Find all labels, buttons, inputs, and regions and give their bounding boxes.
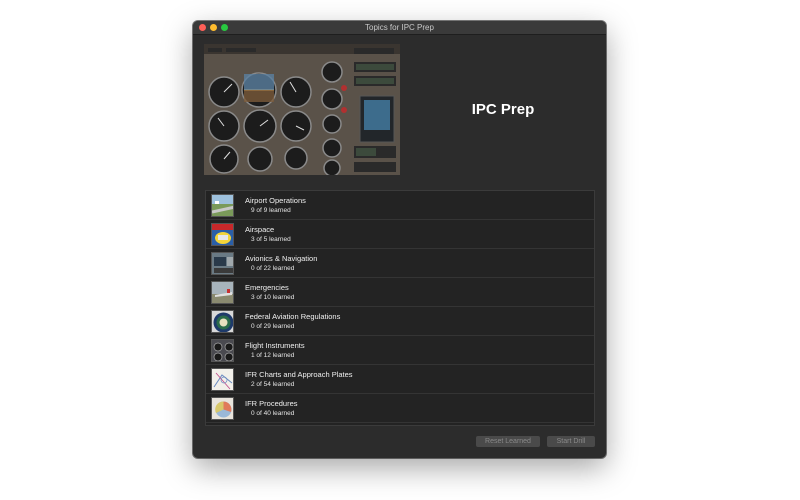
topic-name: Flight Instruments — [245, 341, 305, 350]
start-drill-button[interactable]: Start Drill — [547, 436, 595, 447]
chart-thumbnail-icon — [211, 368, 234, 391]
procedures-thumbnail-icon — [211, 397, 234, 420]
topic-row-ifr-procedures[interactable]: IFR Procedures 0 of 40 learned — [206, 394, 594, 423]
topic-progress: 9 of 9 learned — [251, 207, 291, 214]
app-title: IPC Prep — [471, 101, 535, 118]
topic-progress: 2 of 54 learned — [251, 381, 295, 388]
cockpit-panel-image — [204, 44, 400, 175]
topic-row-airspace[interactable]: Airspace 3 of 5 learned — [206, 220, 594, 249]
topic-row-flight-instruments[interactable]: Flight Instruments 1 of 12 learned — [206, 336, 594, 365]
topics-window: Topics for IPC Prep IPC Prep Airport Ope… — [193, 21, 606, 458]
topic-progress: 3 of 10 learned — [251, 294, 295, 301]
topic-progress: 0 of 40 learned — [251, 410, 295, 417]
topic-name: Airspace — [245, 225, 275, 234]
topic-name: Emergencies — [245, 283, 289, 292]
topic-name: Avionics & Navigation — [245, 254, 318, 263]
topic-progress: 1 of 12 learned — [251, 352, 295, 359]
topic-name: IFR Charts and Approach Plates — [245, 370, 353, 379]
instruments-thumbnail-icon — [211, 339, 234, 362]
topic-row-avionics-navigation[interactable]: Avionics & Navigation 0 of 22 learned — [206, 249, 594, 278]
topic-row-airport-operations[interactable]: Airport Operations 9 of 9 learned — [206, 191, 594, 220]
window-title: Topics for IPC Prep — [365, 23, 434, 32]
reset-learned-button[interactable]: Reset Learned — [476, 436, 540, 447]
topics-list[interactable]: Airport Operations 9 of 9 learned Airspa… — [205, 190, 595, 426]
topic-row-ifr-charts[interactable]: IFR Charts and Approach Plates 2 of 54 l… — [206, 365, 594, 394]
topic-name: Federal Aviation Regulations — [245, 312, 341, 321]
topic-name: Airport Operations — [245, 196, 306, 205]
topic-row-federal-aviation-regulations[interactable]: Federal Aviation Regulations 0 of 29 lea… — [206, 307, 594, 336]
topic-name: IFR Procedures — [245, 399, 298, 408]
topic-progress: 0 of 22 learned — [251, 265, 295, 272]
airport-thumbnail-icon — [211, 194, 234, 217]
airspace-thumbnail-icon — [211, 223, 234, 246]
faa-seal-thumbnail-icon — [211, 310, 234, 333]
topic-progress: 0 of 29 learned — [251, 323, 295, 330]
title-bar[interactable]: Topics for IPC Prep — [193, 21, 606, 35]
topic-row-emergencies[interactable]: Emergencies 3 of 10 learned — [206, 278, 594, 307]
topic-progress: 3 of 5 learned — [251, 236, 291, 243]
emergencies-thumbnail-icon — [211, 281, 234, 304]
avionics-thumbnail-icon — [211, 252, 234, 275]
